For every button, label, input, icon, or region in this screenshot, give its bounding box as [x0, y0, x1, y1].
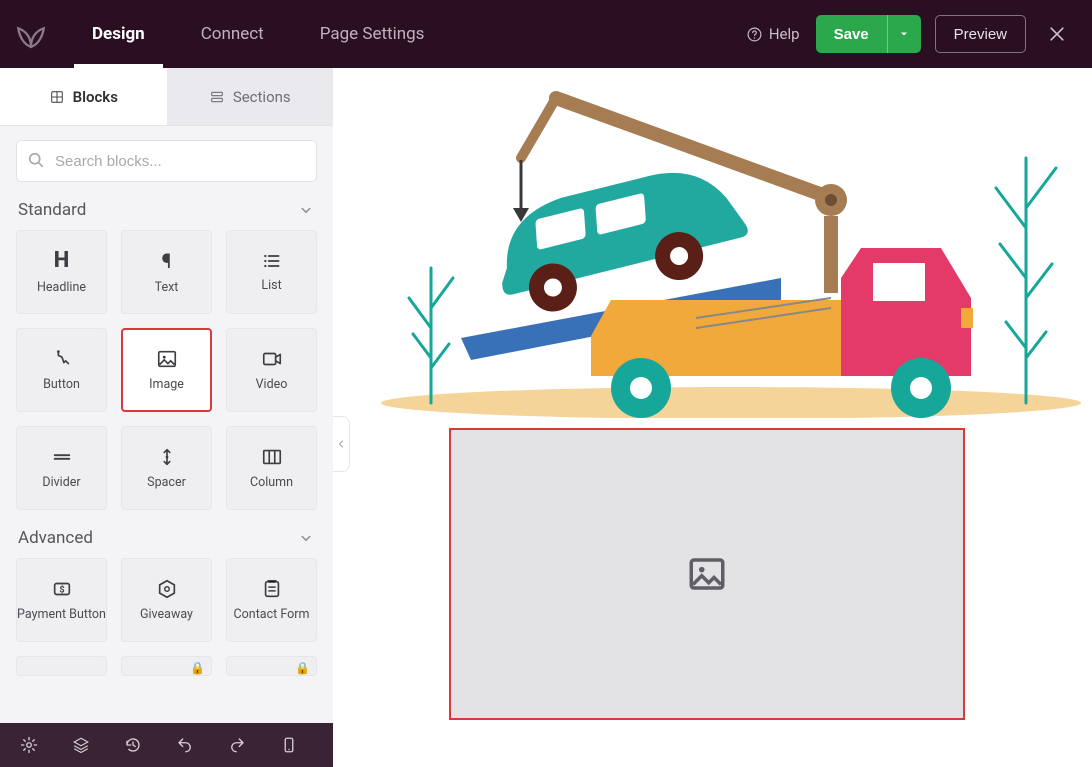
block-headline[interactable]: H Headline — [16, 230, 107, 314]
video-icon — [261, 348, 283, 370]
block-divider[interactable]: Divider — [16, 426, 107, 510]
search-input[interactable] — [16, 140, 317, 182]
save-button-group: Save — [816, 15, 921, 53]
mobile-icon — [280, 736, 298, 754]
button-icon — [51, 348, 73, 370]
block-giveaway[interactable]: Giveaway — [121, 558, 212, 642]
settings-button[interactable] — [16, 732, 42, 758]
block-peek-2[interactable]: 🔒 — [121, 656, 212, 676]
block-button-label: Button — [43, 378, 80, 392]
sidebar-body: Standard H Headline ¶ Text List — [0, 126, 333, 767]
group-standard-title: Standard — [18, 200, 86, 220]
sidebar-tab-blocks[interactable]: Blocks — [0, 68, 167, 125]
block-list-label: List — [261, 279, 281, 293]
history-button[interactable] — [120, 732, 146, 758]
layers-button[interactable] — [68, 732, 94, 758]
save-button[interactable]: Save — [816, 15, 887, 53]
sidebar-tab-sections-label: Sections — [233, 88, 291, 106]
chevron-down-icon — [297, 529, 315, 547]
device-preview-button[interactable] — [276, 732, 302, 758]
group-advanced-title: Advanced — [18, 528, 93, 548]
search-icon — [26, 150, 46, 170]
image-placeholder-icon — [686, 553, 728, 595]
block-giveaway-label: Giveaway — [140, 608, 193, 622]
undo-icon — [176, 736, 194, 754]
sections-icon — [209, 89, 225, 105]
sidebar-tab-blocks-label: Blocks — [73, 88, 118, 106]
spacer-icon — [156, 446, 178, 468]
block-headline-label: Headline — [37, 281, 86, 295]
block-peek-3[interactable]: 🔒 — [226, 656, 317, 676]
tab-page-settings[interactable]: Page Settings — [292, 0, 453, 68]
giveaway-icon — [156, 578, 178, 600]
save-dropdown-button[interactable] — [887, 15, 921, 53]
column-icon — [261, 446, 283, 468]
block-column[interactable]: Column — [226, 426, 317, 510]
image-placeholder-block[interactable] — [449, 428, 965, 720]
block-image[interactable]: Image — [121, 328, 212, 412]
help-icon — [746, 26, 763, 43]
lock-icon: 🔒 — [190, 661, 205, 675]
image-icon — [156, 348, 178, 370]
block-divider-label: Divider — [42, 476, 80, 490]
close-icon — [1047, 24, 1067, 44]
group-standard-header[interactable]: Standard — [18, 200, 315, 220]
block-video-label: Video — [256, 378, 288, 392]
advanced-blocks-grid: $ Payment Button Giveaway Contact Form 🔒… — [16, 558, 317, 676]
block-contact-form[interactable]: Contact Form — [226, 558, 317, 642]
sidebar: Blocks Sections Standard H Hea — [0, 68, 333, 767]
block-button[interactable]: Button — [16, 328, 107, 412]
standard-blocks-grid: H Headline ¶ Text List Button Image — [16, 230, 317, 510]
block-list[interactable]: List — [226, 230, 317, 314]
help-link[interactable]: Help — [746, 25, 800, 43]
tab-design[interactable]: Design — [64, 0, 173, 68]
undo-button[interactable] — [172, 732, 198, 758]
caret-down-icon — [898, 28, 910, 40]
leaf-icon — [14, 17, 48, 51]
block-spacer[interactable]: Spacer — [121, 426, 212, 510]
group-advanced-header[interactable]: Advanced — [18, 528, 315, 548]
block-payment-button[interactable]: $ Payment Button — [16, 558, 107, 642]
sidebar-collapse-handle[interactable] — [333, 416, 350, 472]
block-column-label: Column — [250, 476, 293, 490]
layers-icon — [72, 736, 90, 754]
block-spacer-label: Spacer — [147, 476, 186, 490]
blocks-icon — [49, 89, 65, 105]
svg-text:$: $ — [59, 584, 64, 595]
block-peek-1[interactable] — [16, 656, 107, 676]
preview-button[interactable]: Preview — [935, 15, 1026, 53]
brand-logo — [6, 9, 56, 59]
redo-icon — [228, 736, 246, 754]
sidebar-tabs: Blocks Sections — [0, 68, 333, 126]
tow-truck-illustration — [361, 68, 1081, 418]
block-video[interactable]: Video — [226, 328, 317, 412]
lock-icon: 🔒 — [295, 661, 310, 675]
help-label: Help — [769, 25, 800, 43]
history-icon — [124, 736, 142, 754]
gear-icon — [20, 736, 38, 754]
contact-form-icon — [261, 578, 283, 600]
payment-icon: $ — [51, 578, 73, 600]
redo-button[interactable] — [224, 732, 250, 758]
divider-icon — [51, 446, 73, 468]
block-text[interactable]: ¶ Text — [121, 230, 212, 314]
top-bar: Design Connect Page Settings Help Save P… — [0, 0, 1092, 68]
block-text-label: Text — [155, 281, 179, 295]
chevron-down-icon — [297, 201, 315, 219]
list-icon — [262, 251, 282, 271]
search-wrapper — [16, 140, 317, 182]
sidebar-tab-sections[interactable]: Sections — [167, 68, 334, 125]
tab-connect[interactable]: Connect — [173, 0, 292, 68]
block-image-label: Image — [149, 378, 184, 392]
chevron-left-icon — [335, 438, 347, 450]
text-icon: ¶ — [162, 249, 172, 273]
block-payment-label: Payment Button — [17, 608, 106, 622]
headline-icon: H — [54, 248, 70, 273]
main-tabs: Design Connect Page Settings — [64, 0, 452, 68]
close-button[interactable] — [1040, 17, 1074, 51]
block-contact-form-label: Contact Form — [234, 608, 310, 622]
canvas[interactable] — [333, 68, 1092, 767]
bottom-toolbar — [0, 723, 333, 767]
